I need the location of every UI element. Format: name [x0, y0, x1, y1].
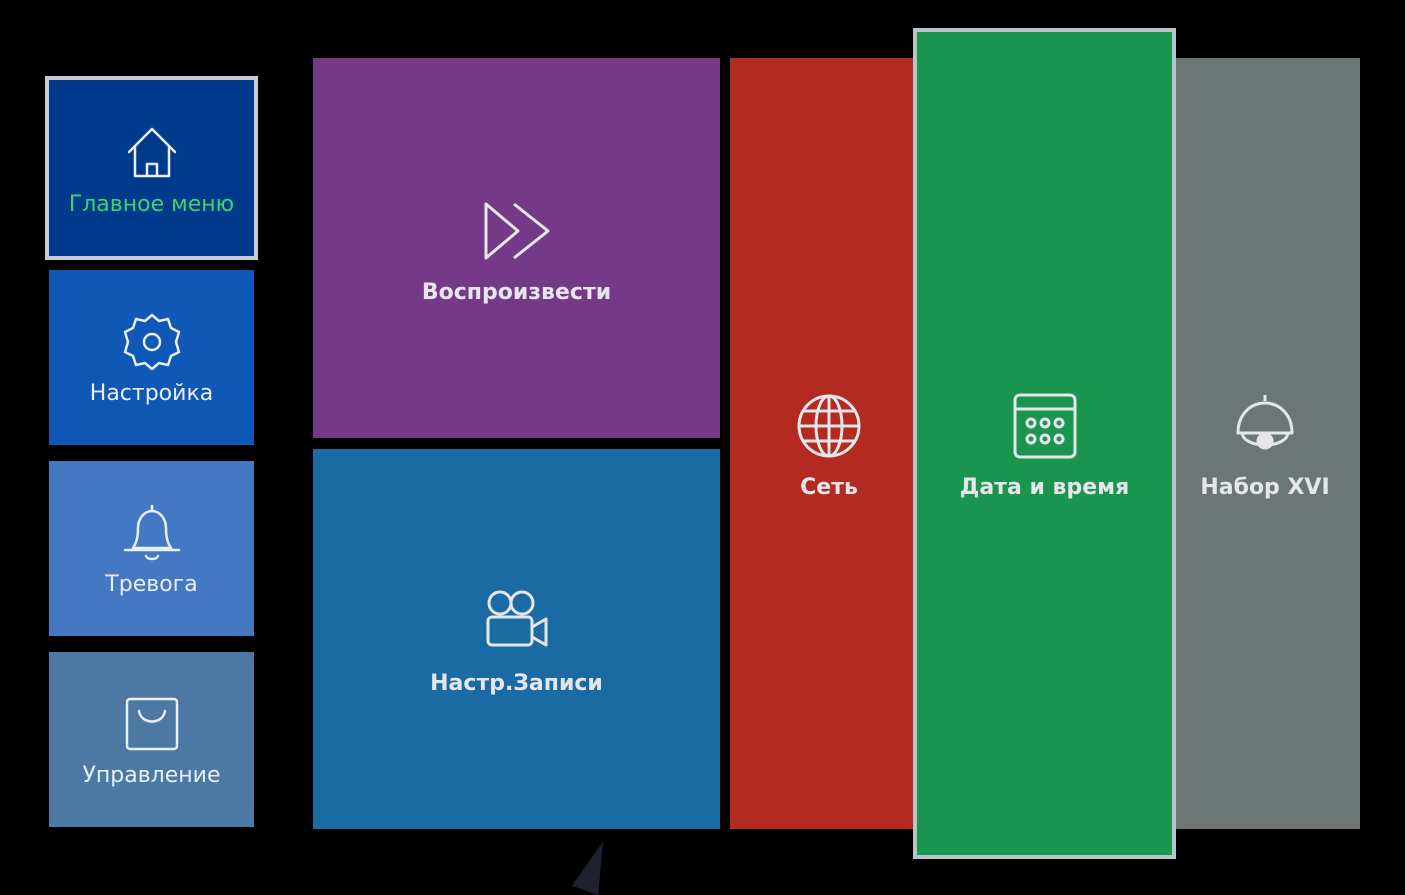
bag-icon — [119, 691, 185, 757]
home-icon — [119, 120, 185, 186]
dome-camera-icon — [1226, 387, 1304, 465]
sidebar-item-alarm[interactable]: Тревога — [49, 461, 254, 636]
calendar-icon — [1006, 387, 1084, 465]
main-menu-screen: Главное меню Настройка Тревога Управлени… — [0, 0, 1405, 895]
tile-label: Дата и время — [959, 475, 1130, 500]
fast-forward-icon — [478, 192, 556, 270]
sidebar-item-management[interactable]: Управление — [49, 652, 254, 827]
tile-date-time[interactable]: Дата и время — [913, 28, 1176, 859]
sidebar-item-settings[interactable]: Настройка — [49, 270, 254, 445]
video-camera-icon — [478, 583, 556, 661]
tile-playback[interactable]: Воспроизвести — [313, 58, 720, 438]
sidebar-item-main-menu[interactable]: Главное меню — [45, 76, 258, 260]
tile-label: Настр.Записи — [430, 670, 603, 696]
tile-label: Набор XVI — [1200, 475, 1330, 500]
tile-xvi-set[interactable]: Набор XVI — [1170, 58, 1360, 829]
tile-network[interactable]: Сеть — [730, 58, 928, 829]
globe-icon — [790, 387, 868, 465]
watermark-mark — [571, 836, 617, 895]
tile-label: Сеть — [800, 475, 858, 500]
gear-icon — [119, 309, 185, 375]
bell-icon — [119, 500, 185, 566]
sidebar-item-label: Главное меню — [68, 191, 235, 217]
sidebar-item-label: Настройка — [89, 381, 214, 406]
tile-label: Воспроизвести — [421, 279, 612, 305]
sidebar-item-label: Управление — [82, 763, 221, 788]
sidebar-item-label: Тревога — [105, 572, 198, 597]
tile-record-settings[interactable]: Настр.Записи — [313, 449, 720, 829]
